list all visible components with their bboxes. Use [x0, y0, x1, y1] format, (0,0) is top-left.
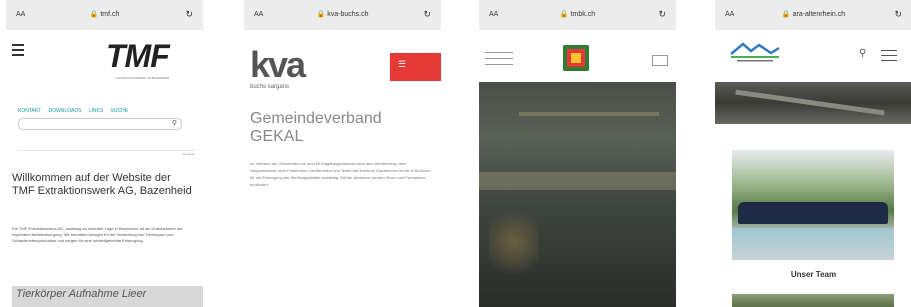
url-text[interactable]: ara-altenrhein.ch [793, 11, 846, 18]
reload-icon[interactable]: ↻ [185, 9, 193, 20]
site-logo[interactable]: kva [250, 44, 306, 86]
page-title: Gemeindeverband GEKAL [250, 110, 382, 145]
url-text[interactable]: tmbk.ch [571, 11, 596, 18]
team-photo [732, 150, 894, 260]
lock-icon: 🔒 [316, 11, 326, 18]
lock-icon: 🔒 [781, 11, 791, 18]
reload-icon[interactable]: ↻ [658, 9, 666, 20]
divider [18, 150, 196, 151]
phone-screen-ara: AA 🔒 ara-altenrhein.ch ↻ ⚲ Unser Team [715, 0, 911, 307]
search-icon[interactable]: ⚲ [172, 119, 177, 127]
hero-image [479, 82, 676, 307]
hero-image [715, 82, 911, 124]
site-header [479, 30, 676, 82]
phone-screen-kva: AA 🔒 kva-buchs.ch ↻ kva buchs sargans ☰ G… [244, 0, 441, 307]
menu-button[interactable]: ☰ [390, 53, 441, 81]
logo-subtitle: buchs sargans [250, 84, 290, 90]
browser-address-bar[interactable]: AA 🔒 kva-buchs.ch ↻ [244, 0, 441, 30]
page-title: Willkommen auf der Website der TMF Extra… [12, 172, 192, 197]
reload-icon[interactable]: ↻ [423, 9, 431, 20]
menu-icon[interactable] [12, 44, 24, 59]
menu-icon[interactable]: ☰ [398, 59, 406, 70]
section-banner: Tierkörper Aufnahme Lieer [12, 286, 203, 307]
mail-icon[interactable] [652, 55, 668, 66]
phone-screen-tmf: AA 🔒 tmf.ch ↻ TMF EXTRAKTIONSWERK AG BAZE… [6, 0, 203, 307]
breadcrumb[interactable]: Startseite [182, 152, 195, 156]
search-icon[interactable]: ⚲ [859, 48, 866, 59]
browser-address-bar[interactable]: AA 🔒 ara-altenrhein.ch ↻ [715, 0, 911, 30]
top-nav-links[interactable]: KONTAKT DOWNLOADS LINKS SUCHE [18, 108, 128, 114]
logo-subtitle: EXTRAKTIONSWERK AG BAZENHEID [116, 76, 170, 80]
intro-paragraph: Die TMF Extraktionswerk AG, ansässig an … [12, 226, 183, 243]
url-text[interactable]: kva-buchs.ch [327, 11, 368, 18]
menu-icon[interactable] [485, 52, 513, 70]
team-caption: Unser Team [790, 270, 837, 279]
lock-icon: 🔒 [559, 11, 569, 18]
browser-address-bar[interactable]: AA 🔒 tmbk.ch ↻ [479, 0, 676, 30]
url-text[interactable]: tmf.ch [100, 11, 119, 18]
menu-icon[interactable] [881, 50, 897, 65]
reload-icon[interactable]: ↻ [894, 9, 902, 20]
lock-icon: 🔒 [89, 11, 99, 18]
site-logo[interactable]: TMF [106, 38, 170, 75]
site-logo[interactable] [729, 40, 781, 64]
gallery-image [732, 294, 894, 307]
site-logo[interactable] [563, 45, 589, 71]
browser-address-bar[interactable]: AA 🔒 tmf.ch ↻ [6, 0, 203, 30]
search-input[interactable]: ⚲ [18, 118, 182, 130]
phone-screen-tmbk: AA 🔒 tmbk.ch ↻ [479, 0, 676, 307]
intro-paragraph: Im Verband der Gemeinden mit rund 80 Mit… [250, 161, 431, 187]
